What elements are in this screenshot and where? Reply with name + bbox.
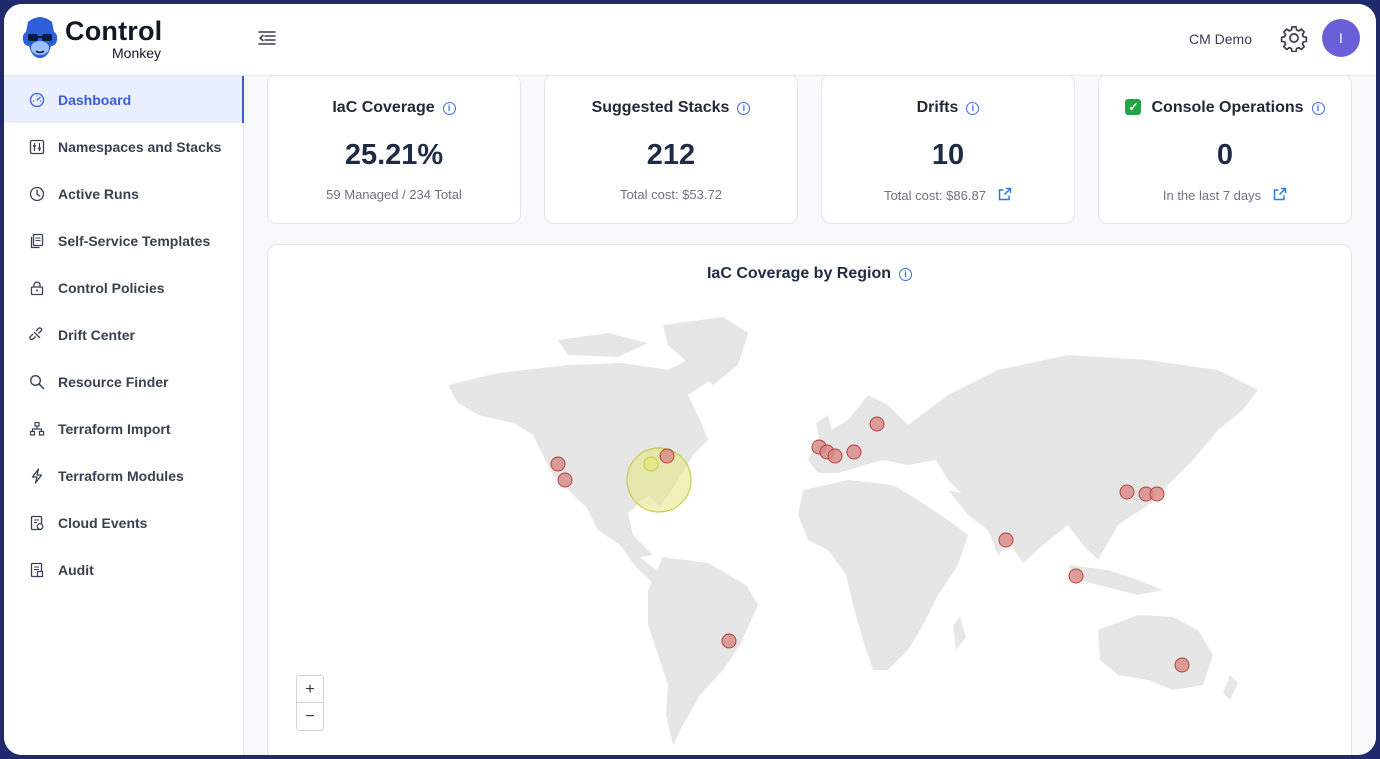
main-content: IaC Coverage i 25.21% 59 Managed / 234 To…	[244, 76, 1376, 755]
sidebar-item-label: Resource Finder	[58, 373, 169, 390]
sidebar-item-self-service-templates[interactable]: Self-Service Templates	[4, 217, 243, 264]
sidebar: Dashboard Namespaces and Stacks Active R…	[4, 76, 244, 755]
sidebar-item-label: Control Policies	[58, 279, 165, 296]
card-title: IaC Coverage i	[268, 99, 520, 117]
search-icon	[28, 373, 46, 391]
card-value: 10	[931, 139, 965, 171]
clock-icon	[28, 185, 46, 203]
region-marker[interactable]	[1149, 486, 1165, 502]
sidebar-item-audit[interactable]: Audit	[4, 546, 243, 593]
card-drifts[interactable]: Drifts i 10 Total cost: $86.87	[821, 76, 1075, 224]
card-title: Drifts i	[822, 99, 1074, 117]
sidebar-item-label: Active Runs	[58, 185, 139, 202]
app-window: Control Monkey CM Demo I Dashboard Names…	[4, 4, 1376, 755]
card-value: 25.21%	[344, 139, 444, 171]
region-marker[interactable]	[557, 472, 573, 488]
event-document-icon	[28, 514, 46, 532]
sidebar-item-namespaces-and-stacks[interactable]: Namespaces and Stacks	[4, 123, 243, 170]
info-icon[interactable]: i	[966, 102, 980, 115]
brand-logo[interactable]: Control Monkey	[20, 14, 180, 66]
zoom-in-button[interactable]: +	[297, 676, 323, 703]
sidebar-item-cloud-events[interactable]: Cloud Events	[4, 499, 243, 546]
check-icon: ✓	[1125, 99, 1142, 115]
hierarchy-icon	[28, 420, 46, 438]
region-marker-highlight[interactable]	[626, 447, 692, 513]
region-marker[interactable]	[1174, 657, 1190, 673]
info-icon[interactable]: i	[1311, 102, 1325, 115]
sidebar-item-label: Drift Center	[58, 326, 136, 343]
region-marker[interactable]	[1068, 568, 1084, 584]
region-marker[interactable]	[827, 448, 843, 464]
sidebar-item-terraform-import[interactable]: Terraform Import	[4, 405, 243, 452]
card-subtitle: Total cost: $53.72	[620, 187, 722, 202]
card-subtitle: In the last 7 days	[1099, 187, 1351, 203]
sidebar-item-label: Cloud Events	[58, 514, 148, 531]
external-link-icon[interactable]	[1273, 187, 1287, 201]
card-console-operations[interactable]: ✓ Console Operations i 0 In the last 7 day…	[1098, 76, 1352, 224]
region-marker[interactable]	[643, 456, 659, 472]
sidebar-item-drift-center[interactable]: Drift Center	[4, 311, 243, 358]
region-marker[interactable]	[998, 532, 1014, 548]
sidebar-item-terraform-modules[interactable]: Terraform Modules	[4, 452, 243, 499]
sidebar-item-label: Terraform Modules	[58, 467, 184, 484]
card-title: ✓ Console Operations i	[1099, 99, 1351, 117]
sidebar-item-label: Self-Service Templates	[58, 232, 211, 249]
world-map[interactable]	[268, 245, 1353, 755]
card-subtitle: Total cost: $86.87	[822, 187, 1074, 203]
region-marker[interactable]	[550, 456, 566, 472]
gear-icon[interactable]	[1280, 24, 1308, 53]
zoom-controls: + −	[296, 675, 324, 731]
top-bar: Control Monkey CM Demo I	[4, 4, 1376, 76]
card-iac-coverage[interactable]: IaC Coverage i 25.21% 59 Managed / 234 To…	[267, 76, 521, 224]
card-suggested-stacks[interactable]: Suggested Stacks i 212 Total cost: $53.72	[544, 76, 798, 224]
external-link-icon[interactable]	[998, 187, 1012, 201]
lock-icon	[28, 279, 46, 297]
sidebar-item-control-policies[interactable]: Control Policies	[4, 264, 243, 311]
sidebar-item-resource-finder[interactable]: Resource Finder	[4, 358, 243, 405]
sidebar-item-dashboard[interactable]: Dashboard	[4, 76, 244, 123]
collapse-menu-icon[interactable]	[256, 28, 278, 48]
brand-subname: Monkey	[112, 45, 162, 61]
audit-document-icon	[28, 561, 46, 579]
user-name[interactable]: CM Demo	[1189, 31, 1252, 47]
gauge-icon	[28, 91, 46, 109]
region-marker[interactable]	[1119, 484, 1135, 500]
sidebar-item-label: Namespaces and Stacks	[58, 138, 222, 155]
sidebar-item-label: Terraform Import	[58, 420, 171, 437]
map-title: IaC Coverage by Region i	[268, 265, 1351, 283]
region-marker[interactable]	[721, 633, 737, 649]
landmasses	[448, 317, 1258, 745]
card-subtitle: 59 Managed / 234 Total	[326, 187, 462, 202]
info-icon[interactable]: i	[737, 102, 751, 115]
brand-name: Control	[65, 16, 163, 46]
info-icon[interactable]: i	[899, 268, 913, 281]
lightning-icon	[28, 467, 46, 485]
sidebar-item-active-runs[interactable]: Active Runs	[4, 170, 243, 217]
summary-cards: IaC Coverage i 25.21% 59 Managed / 234 To…	[267, 76, 1352, 226]
card-value: 0	[1216, 139, 1234, 171]
region-marker[interactable]	[869, 416, 885, 432]
card-value: 212	[646, 139, 696, 171]
copy-document-icon	[28, 232, 46, 250]
coverage-map-panel: IaC Coverage by Region i + −	[267, 244, 1352, 755]
sliders-icon	[28, 138, 46, 156]
sidebar-item-label: Audit	[58, 561, 94, 578]
sidebar-item-label: Dashboard	[58, 91, 132, 108]
zoom-out-button[interactable]: −	[297, 703, 323, 730]
card-title: Suggested Stacks i	[545, 99, 797, 117]
monkey-logo-icon	[22, 17, 58, 58]
info-icon[interactable]: i	[442, 102, 456, 115]
avatar[interactable]: I	[1322, 19, 1360, 57]
broken-link-icon	[28, 326, 46, 344]
region-marker[interactable]	[846, 444, 862, 460]
region-marker[interactable]	[659, 448, 675, 464]
